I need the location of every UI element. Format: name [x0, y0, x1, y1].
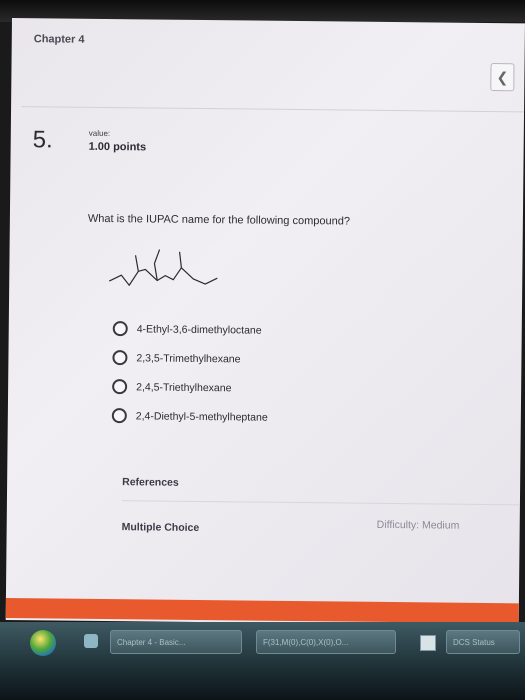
- question-type: Multiple Choice: [121, 521, 200, 534]
- taskbar-item[interactable]: Chapter 4 - Basic...: [110, 630, 242, 654]
- option-label: 4-Ethyl-3,6-dimethyloctane: [136, 322, 262, 337]
- app-icon[interactable]: [420, 635, 436, 651]
- taskbar: Chapter 4 - Basic... F(31,M(0),C(0),X(0)…: [0, 622, 525, 700]
- difficulty-label: Difficulty: Medium: [376, 518, 460, 532]
- taskbar-item[interactable]: DCS Status: [446, 630, 520, 654]
- question-number: 5.: [32, 126, 53, 154]
- divider: [121, 500, 520, 506]
- references-link[interactable]: References: [122, 476, 179, 489]
- answer-option[interactable]: 2,3,5-Trimethylhexane: [112, 343, 268, 374]
- back-button[interactable]: ❮: [490, 63, 515, 92]
- molecule-structure: [108, 249, 218, 286]
- option-label: 2,3,5-Trimethylhexane: [136, 351, 241, 365]
- answer-options: 4-Ethyl-3,6-dimethyloctane 2,3,5-Trimeth…: [111, 314, 269, 432]
- divider: [21, 106, 525, 113]
- answer-option[interactable]: 4-Ethyl-3,6-dimethyloctane: [112, 314, 269, 345]
- radio-button[interactable]: [111, 408, 127, 424]
- question-prompt: What is the IUPAC name for the following…: [87, 212, 351, 228]
- radio-button[interactable]: [112, 321, 128, 337]
- answer-option[interactable]: 2,4-Diethyl-5-methylheptane: [111, 401, 268, 432]
- taskbar-item[interactable]: F(31,M(0),C(0),X(0),O...: [256, 630, 396, 654]
- chapter-title: Chapter 4: [33, 33, 85, 46]
- chevron-left-icon: ❮: [496, 68, 509, 85]
- start-button[interactable]: [30, 630, 56, 656]
- radio-button[interactable]: [112, 379, 128, 395]
- app-icon[interactable]: [84, 634, 98, 648]
- option-label: 2,4,5-Triethylhexane: [136, 380, 232, 394]
- value-label: value:: [88, 128, 111, 139]
- browser-viewport: Chapter 4 ❮ 5. value: 1.00 points What i…: [5, 18, 525, 626]
- option-label: 2,4-Diethyl-5-methylheptane: [135, 409, 268, 424]
- radio-button[interactable]: [112, 350, 128, 366]
- question-points: 1.00 points: [88, 140, 147, 154]
- accent-bar: [5, 597, 519, 624]
- answer-option[interactable]: 2,4,5-Triethylhexane: [112, 372, 268, 403]
